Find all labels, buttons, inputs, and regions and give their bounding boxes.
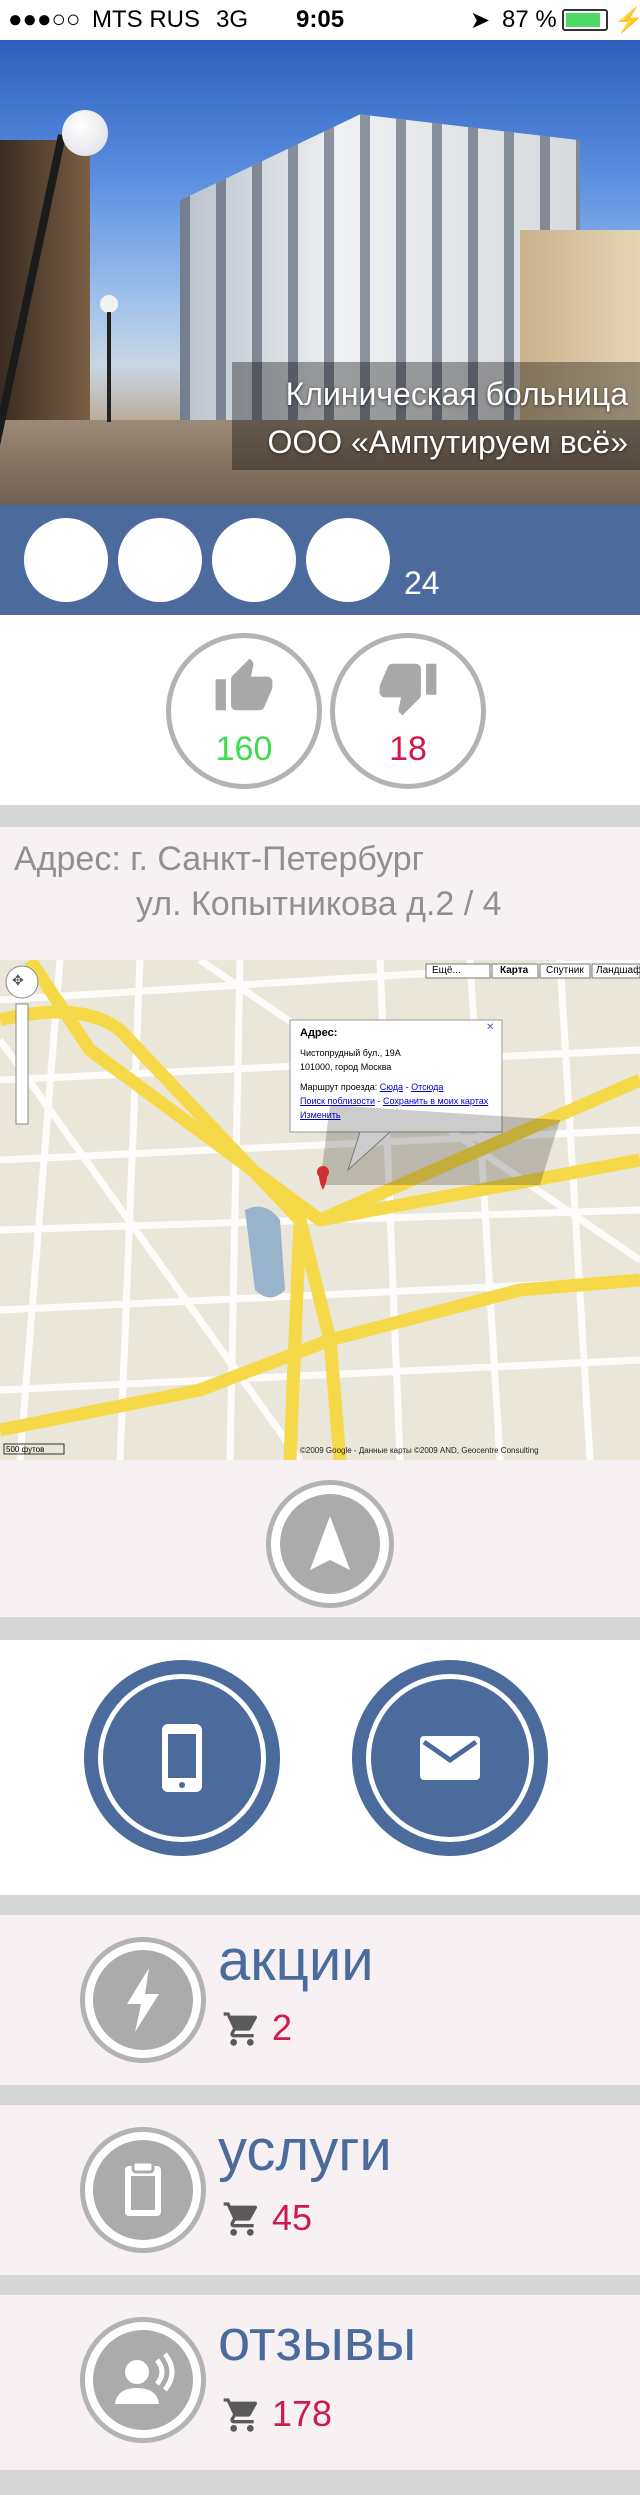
dislike-button[interactable]: 18 [330,633,486,789]
map-view[interactable]: Ещё... Карта Спутник Ландшафт ✥ Адрес: Ч… [0,960,640,1460]
popup-close-icon[interactable]: ✕ [486,1022,494,1033]
battery-percent: 87 % [502,6,557,33]
divider [0,805,640,827]
map-pan-control[interactable]: ✥ [12,972,24,989]
divider [0,2275,640,2295]
reviews-icon-fill [93,2330,193,2430]
map-copyright: ©2009 Google - Данные карты ©2009 AND, G… [300,1446,539,1455]
clinic-title-line2: ООО «Ампутируем всё» [267,424,628,460]
section-count: 45 [272,2197,313,2238]
navigation-arrow-icon [310,1516,350,1570]
section-promotions[interactable]: акции 2 [0,1915,640,2085]
clinic-photo: Клиническая больница ООО «Ампутируем всё… [0,40,640,505]
charging-icon: ⚡ [614,7,640,34]
route-here-link[interactable]: Сюда [380,1082,403,1092]
rating-circle-4[interactable] [306,518,390,602]
rating-circle-2[interactable] [118,518,202,602]
thumbs-up-icon [215,658,273,711]
section-count: 178 [272,2393,333,2434]
clock: 9:05 [296,6,345,33]
mail-icon [420,1736,480,1780]
promotions-icon-button[interactable] [80,1937,206,2063]
clipboard-icon [125,2160,161,2216]
reviews-icon-button[interactable] [80,2317,206,2443]
small-lamp-post-image [107,312,111,422]
route-from-link[interactable]: Отсюда [411,1082,443,1092]
navigate-button-fill [280,1494,380,1594]
section-title: отзывы [218,2308,417,2373]
call-button[interactable] [84,1660,280,1856]
like-button[interactable]: 160 [166,633,322,789]
lightning-icon [127,1968,159,2032]
section-services[interactable]: услуги 45 [0,2105,640,2275]
section-count: 2 [272,2007,293,2048]
signal-strength-icon: ●●●○○ [8,6,81,33]
location-arrow-icon: ➤ [470,7,491,34]
thumbs-down-icon [379,663,437,716]
save-to-maps-link[interactable]: Сохранить в моих картах [383,1096,488,1106]
email-button[interactable] [352,1660,548,1856]
dislike-count: 18 [389,730,427,768]
divider [0,2470,640,2495]
battery-icon [562,9,608,31]
map-type-satellite-button[interactable]: Спутник [546,965,584,976]
map-more-button[interactable]: Ещё... [432,965,461,976]
services-icon-button[interactable] [80,2127,206,2253]
section-reviews[interactable]: отзывы 178 [0,2295,640,2470]
divider [0,2085,640,2105]
popup-title: Адрес: [300,1027,338,1039]
lamp-globe-image [62,110,108,156]
edit-link[interactable]: Изменить [300,1110,341,1120]
rating-bar: 24 [0,505,640,615]
speaker-person-icon [115,2352,175,2404]
clinic-title-line1: Клиническая больница [285,376,628,412]
address-line1: Адрес: г. Санкт-Петербург [14,840,425,878]
services-icon-fill [93,2140,193,2240]
map-type-map-button[interactable]: Карта [500,965,528,976]
section-title: акции [218,1928,374,1993]
search-nearby-link[interactable]: Поиск поблизости [300,1096,375,1106]
carrier-label: MTS RUS [92,6,200,33]
section-title: услуги [218,2118,392,2183]
cart-icon [223,2202,258,2236]
phone-icon [162,1724,202,1792]
votes-section: 160 18 [0,615,640,805]
status-bar: ●●●○○ MTS RUS 3G 9:05 ➤ 87 % ⚡ [0,0,640,40]
popup-route-label: Маршрут проезда: [300,1082,378,1092]
divider [0,1617,640,1640]
popup-address-line1: Чистопрудный бул., 19А [300,1048,401,1058]
map-info-popup: Адрес: Чистопрудный бул., 19А 101000, го… [300,1026,496,1122]
like-count: 160 [215,730,273,768]
small-lamp-globe-image [100,295,118,313]
map-scale: 500 футов [6,1445,45,1454]
divider [0,1895,640,1915]
address-line2: ул. Копытникова д.2 / 4 [136,885,502,923]
contact-section [0,1640,640,1895]
rating-circle-3[interactable] [212,518,296,602]
map-type-terrain-button[interactable]: Ландшафт [596,965,640,976]
promotions-icon-fill [93,1950,193,2050]
network-label: 3G [216,6,249,33]
clinic-title: Клиническая больница ООО «Ампутируем всё… [267,370,628,466]
popup-address-line2: 101000, город Москва [300,1062,392,1072]
rating-circle-1[interactable] [24,518,108,602]
cart-icon [223,2012,258,2046]
cart-icon [223,2398,258,2432]
map-zoom-slider[interactable] [16,1004,28,1124]
navigate-button[interactable] [266,1480,394,1608]
rating-count: 24 [404,565,440,601]
